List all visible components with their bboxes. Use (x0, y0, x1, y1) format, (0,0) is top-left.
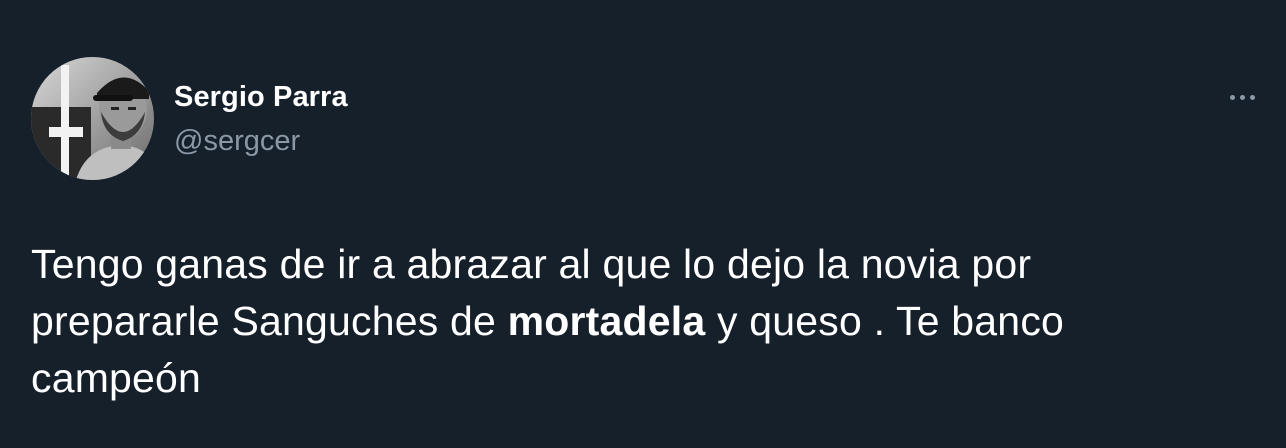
tweet-text: Tengo ganas de ir a abrazar al que lo de… (31, 236, 1231, 407)
tweet-card[interactable]: Sergio Parra @sergcer Tengo ganas de ir … (0, 0, 1286, 448)
avatar[interactable] (31, 57, 154, 180)
tweet-text-bold: mortadela (507, 298, 706, 344)
more-options-button[interactable] (1224, 86, 1262, 110)
profile-photo-icon (31, 57, 154, 180)
display-name[interactable]: Sergio Parra (174, 78, 348, 116)
author-info[interactable]: Sergio Parra @sergcer (174, 78, 348, 160)
handle[interactable]: @sergcer (174, 122, 348, 160)
